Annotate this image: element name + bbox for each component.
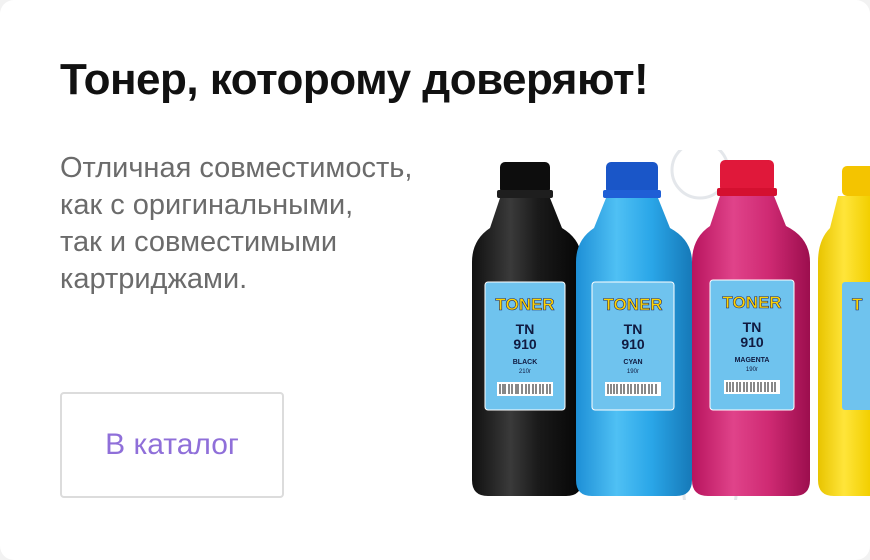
- svg-text:210г: 210г: [519, 369, 532, 375]
- svg-text:TONER: TONER: [603, 295, 662, 314]
- svg-text:CYAN: CYAN: [623, 359, 642, 366]
- cyan-bottle: TONER TN 910 CYAN 190г: [576, 162, 692, 496]
- description-line: картриджами.: [60, 263, 248, 295]
- svg-text:TN: TN: [516, 321, 535, 337]
- svg-text:910: 910: [513, 336, 537, 352]
- svg-text:910: 910: [621, 336, 645, 352]
- catalog-button[interactable]: В каталог: [60, 392, 284, 498]
- svg-text:TN: TN: [743, 319, 762, 335]
- description: Отличная совместимость, как с оригинальн…: [60, 150, 460, 298]
- black-bottle: TONER TN 910 BLACK 210г: [472, 162, 582, 496]
- description-line: так и совместимыми: [60, 226, 338, 258]
- svg-text:910: 910: [740, 334, 764, 350]
- svg-text:190г: 190г: [627, 369, 640, 375]
- svg-text:TONER: TONER: [495, 295, 554, 314]
- svg-text:MAGENTA: MAGENTA: [735, 357, 770, 364]
- headline: Тонер, которому доверяют!: [60, 55, 649, 104]
- description-line: Отличная совместимость,: [60, 152, 413, 184]
- toner-bottles-illustration: TONER TN 910 BLACK 210г TONER TN 910 CYA…: [472, 150, 870, 500]
- description-line: как с оригинальными,: [60, 189, 354, 221]
- svg-text:BLACK: BLACK: [513, 359, 538, 366]
- toner-bottles-image: TONER TN 910 BLACK 210г TONER TN 910 CYA…: [470, 150, 870, 500]
- yellow-bottle: T: [818, 166, 870, 496]
- magenta-bottle: TONER TN 910 MAGENTA 190г: [692, 160, 810, 496]
- svg-text:190г: 190г: [746, 367, 759, 373]
- promo-card: Тонер, которому доверяют! Отличная совме…: [0, 0, 870, 560]
- svg-text:TN: TN: [624, 321, 643, 337]
- svg-text:T: T: [852, 295, 863, 314]
- svg-text:TONER: TONER: [722, 293, 781, 312]
